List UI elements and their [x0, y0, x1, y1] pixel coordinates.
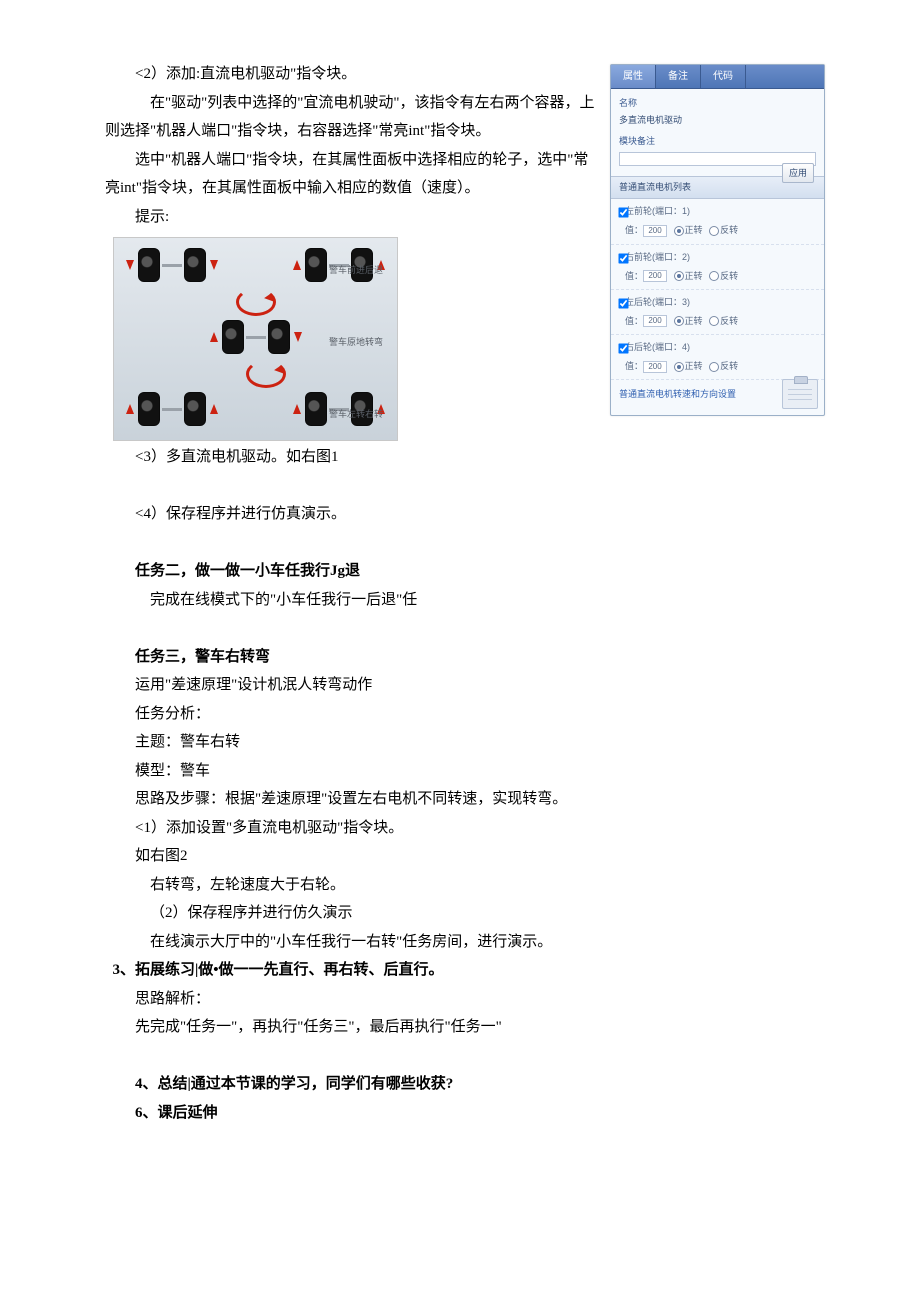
arrow-up-icon: [126, 404, 134, 414]
wheel-icon: [222, 320, 244, 354]
name-value: 多直流电机驱动: [619, 112, 816, 129]
arrow-up-icon: [210, 404, 218, 414]
motor-1-value[interactable]: 200: [643, 225, 667, 237]
t3-line-2: 任务分析：: [105, 700, 825, 729]
summary-title: 4、总结|通过本节课的学习，同学们有哪些收获?: [105, 1070, 825, 1099]
arrow-up-icon: [293, 260, 301, 270]
motor-3-rev-radio[interactable]: [709, 316, 719, 326]
motor-2-rev-radio[interactable]: [709, 271, 719, 281]
remark-label: 模块备注: [619, 133, 816, 150]
turn-arrow-icon: [236, 288, 276, 316]
property-panel: 属性 备注 代码 名称 多直流电机驱动 模块备注 普通直流电机列表 应用 左前轮…: [610, 64, 825, 416]
t3-line-6: <1）添加设置"多直流电机驱动"指令块。: [105, 814, 825, 843]
rev-label: 反转: [720, 271, 738, 281]
t3-line-3: 主题：警车右转: [105, 728, 825, 757]
rev-label: 反转: [720, 225, 738, 235]
panel-footer-link[interactable]: 普通直流电机转速和方向设置: [619, 386, 736, 403]
fwd-label: 正转: [685, 225, 703, 235]
rev-label: 反转: [720, 316, 738, 326]
motor-2-fwd-radio[interactable]: [674, 271, 684, 281]
motor-1-checkbox[interactable]: [618, 208, 628, 218]
motor-1-label: 左前轮(端口：1): [625, 206, 690, 216]
task-2-body: 完成在线模式下的"小车任我行一后退"任: [105, 586, 825, 615]
tab-code[interactable]: 代码: [701, 65, 746, 88]
t3-line-9: （2）保存程序并进行仿久演示: [105, 899, 825, 928]
motor-1-fwd-radio[interactable]: [674, 226, 684, 236]
step-3: <3）多直流电机驱动。如右图1: [105, 443, 825, 472]
t3-line-7: 如右图2: [105, 842, 825, 871]
motor-4-value[interactable]: 200: [643, 361, 667, 373]
motor-3-label: 左后轮(端口：3): [625, 297, 690, 307]
t3-line-8: 右转弯，左轮速度大于右轮。: [105, 871, 825, 900]
wheel-icon: [305, 248, 327, 282]
fwd-label: 正转: [685, 316, 703, 326]
t3-line-4: 模型：警车: [105, 757, 825, 786]
arrow-down-icon: [126, 260, 134, 270]
motor-row-3: 左后轮(端口：3) 值：200 正转 反转: [611, 290, 824, 335]
value-prefix: 值：: [625, 316, 643, 326]
apply-button[interactable]: 应用: [782, 163, 814, 183]
wheel-icon: [305, 392, 327, 426]
motor-4-checkbox[interactable]: [618, 343, 628, 353]
arrow-up-icon: [210, 332, 218, 342]
t3-line-5: 思路及步骤：根据"差速原理"设置左右电机不同转速，实现转弯。: [105, 785, 825, 814]
motor-4-label: 右后轮(端口：4): [625, 342, 690, 352]
extension-title: 3、拓展练习|做•做一一先直行、再右转、后直行。: [113, 956, 826, 985]
step-4: <4）保存程序并进行仿真演示。: [105, 500, 825, 529]
motor-3-checkbox[interactable]: [618, 298, 628, 308]
car-icon: [208, 320, 304, 354]
wheels-figure: 警车前进后退 警车原地转弯 警车左转右转: [113, 237, 398, 441]
fwd-label: 正转: [685, 361, 703, 371]
value-prefix: 值：: [625, 225, 643, 235]
wheel-icon: [268, 320, 290, 354]
arrow-down-icon: [294, 332, 302, 342]
motor-4-fwd-radio[interactable]: [674, 362, 684, 372]
rev-label: 反转: [720, 361, 738, 371]
wheels-caption-3: 警车左转右转: [329, 406, 383, 423]
motor-3-fwd-radio[interactable]: [674, 316, 684, 326]
wheels-caption-2: 警车原地转弯: [329, 334, 383, 351]
motor-2-checkbox[interactable]: [618, 253, 628, 263]
motor-3-value[interactable]: 200: [643, 315, 667, 327]
motor-row-1: 左前轮(端口：1) 值：200 正转 反转: [611, 199, 824, 244]
arrow-down-icon: [210, 260, 218, 270]
motor-4-rev-radio[interactable]: [709, 362, 719, 372]
turn-arrow-icon: [246, 360, 286, 388]
value-prefix: 值：: [625, 361, 643, 371]
motor-row-4: 右后轮(端口：4) 值：200 正转 反转: [611, 335, 824, 380]
t3-line-10: 在线演示大厅中的"小车任我行一右转"任务房间，进行演示。: [105, 928, 825, 957]
wheel-icon: [138, 392, 160, 426]
wheel-icon: [184, 248, 206, 282]
motor-2-value[interactable]: 200: [643, 270, 667, 282]
task-2-title: 任务二，做一做一小车任我行Jg退: [105, 557, 825, 586]
motor-1-rev-radio[interactable]: [709, 226, 719, 236]
after-class-title: 6、课后延伸: [105, 1099, 825, 1128]
t3-line-1: 运用"差速原理"设计机泯人转弯动作: [105, 671, 825, 700]
motor-2-label: 右前轮(端口：2): [625, 252, 690, 262]
car-icon: [124, 392, 220, 426]
tab-properties[interactable]: 属性: [611, 65, 656, 88]
car-icon: [124, 248, 220, 282]
motor-row-2: 右前轮(端口：2) 值：200 正转 反转: [611, 245, 824, 290]
name-label: 名称: [619, 95, 816, 112]
arrow-up-icon: [293, 404, 301, 414]
wheel-icon: [184, 392, 206, 426]
wheels-caption-1: 警车前进后退: [329, 262, 383, 279]
panel-tabs: 属性 备注 代码: [611, 65, 824, 89]
extension-line-1: 思路解析：: [105, 985, 825, 1014]
task-3-title: 任务三，警车右转弯: [105, 643, 825, 672]
fwd-label: 正转: [685, 271, 703, 281]
value-prefix: 值：: [625, 271, 643, 281]
extension-line-2: 先完成"任务一"，再执行"任务三"，最后再执行"任务一": [105, 1013, 825, 1042]
tab-notes[interactable]: 备注: [656, 65, 701, 88]
clipboard-icon: [782, 379, 818, 409]
wheel-icon: [138, 248, 160, 282]
